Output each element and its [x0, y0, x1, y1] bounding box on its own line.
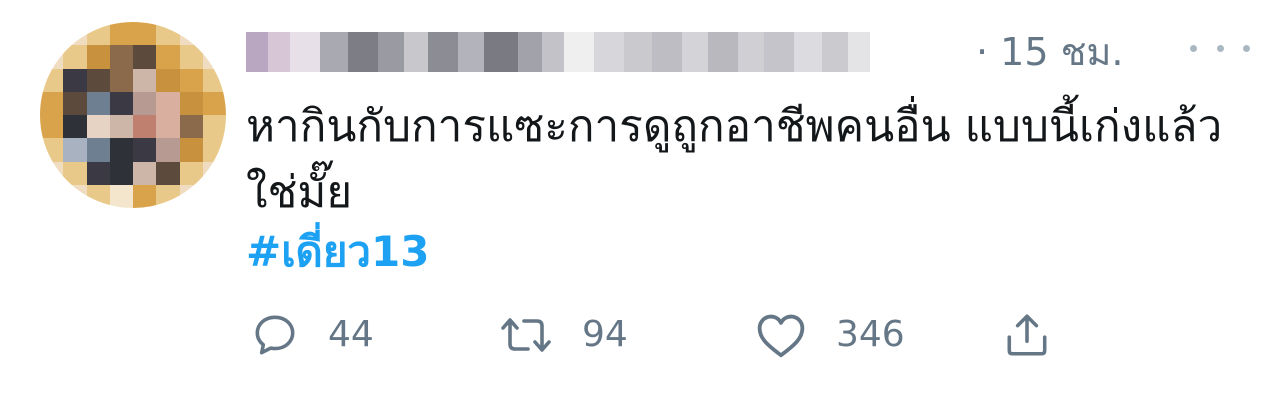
retweet-icon	[498, 310, 554, 360]
share-button[interactable]	[1002, 305, 1052, 365]
more-icon[interactable]	[1190, 28, 1250, 68]
tweet-timestamp[interactable]: · 15 ชม.	[976, 30, 1124, 74]
tweet-text: หากินกับการแซะการดูถูกอาชีพคนอื่น แบบนี้…	[246, 101, 1223, 218]
hashtag-link[interactable]: #เดี่ยว13	[246, 222, 429, 282]
tweet-actions: 44 94 346	[246, 305, 1066, 365]
reply-button[interactable]: 44	[250, 305, 374, 365]
author-name-blurred[interactable]	[246, 32, 966, 72]
like-button[interactable]: 346	[754, 305, 905, 365]
reply-icon	[250, 310, 300, 360]
reply-count: 44	[328, 314, 374, 355]
tweet-header: · 15 ชม.	[246, 22, 1250, 78]
like-count: 346	[836, 314, 905, 355]
retweet-count: 94	[582, 314, 628, 355]
heart-icon	[754, 310, 808, 360]
retweet-button[interactable]: 94	[498, 305, 628, 365]
avatar[interactable]	[40, 22, 226, 208]
share-icon	[1002, 309, 1052, 361]
